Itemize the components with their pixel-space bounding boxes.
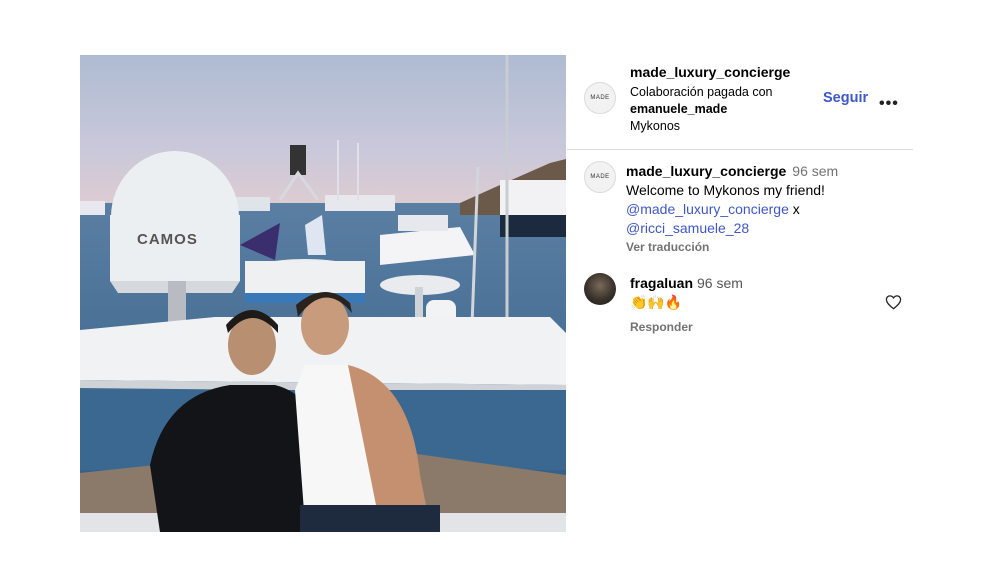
commenter-avatar[interactable] [584,273,616,305]
author-username[interactable]: made_luxury_concierge [630,64,790,80]
post-image[interactable]: CAMOS [80,55,566,532]
author-meta: Colaboración pagada con emanuele_made My… [630,84,772,135]
more-icon[interactable]: ••• [879,95,899,113]
comment-time: 96 sem [697,275,743,291]
dome-brand-text: CAMOS [137,231,198,248]
post-side-panel: MADE made_luxury_concierge Colaboración … [567,55,913,532]
caption-avatar-text: MADE [590,174,610,180]
collab-text: Colaboración pagada con [630,85,773,99]
caption-avatar[interactable]: MADE [584,161,616,193]
translate-link[interactable]: Ver traducción [626,238,906,257]
reply-button[interactable]: Responder [630,320,693,334]
collab-username[interactable]: emanuele_made [630,101,772,118]
post-photo: CAMOS [80,55,566,532]
comment-username[interactable]: fragaluan [630,275,693,291]
follow-button[interactable]: Seguir [823,90,868,106]
caption-joiner: x [792,201,800,217]
author-avatar[interactable]: MADE [584,82,616,114]
header-divider [567,149,913,150]
post-caption: made_luxury_concierge 96 sem Welcome to M… [626,162,906,257]
caption-username[interactable]: made_luxury_concierge [626,163,786,179]
location-link[interactable]: Mykonos [630,118,772,135]
comment-text: 👏🙌🔥 [630,294,683,310]
author-avatar-text: MADE [590,95,610,101]
heart-icon[interactable] [885,294,902,310]
comment-item: fragaluan 96 sem 👏🙌🔥 [630,274,870,312]
caption-mention-2[interactable]: @ricci_samuele_28 [626,219,906,238]
caption-time: 96 sem [792,163,839,179]
caption-text: Welcome to Mykonos my friend! [626,182,825,198]
caption-mention-1[interactable]: @made_luxury_concierge [626,201,789,217]
